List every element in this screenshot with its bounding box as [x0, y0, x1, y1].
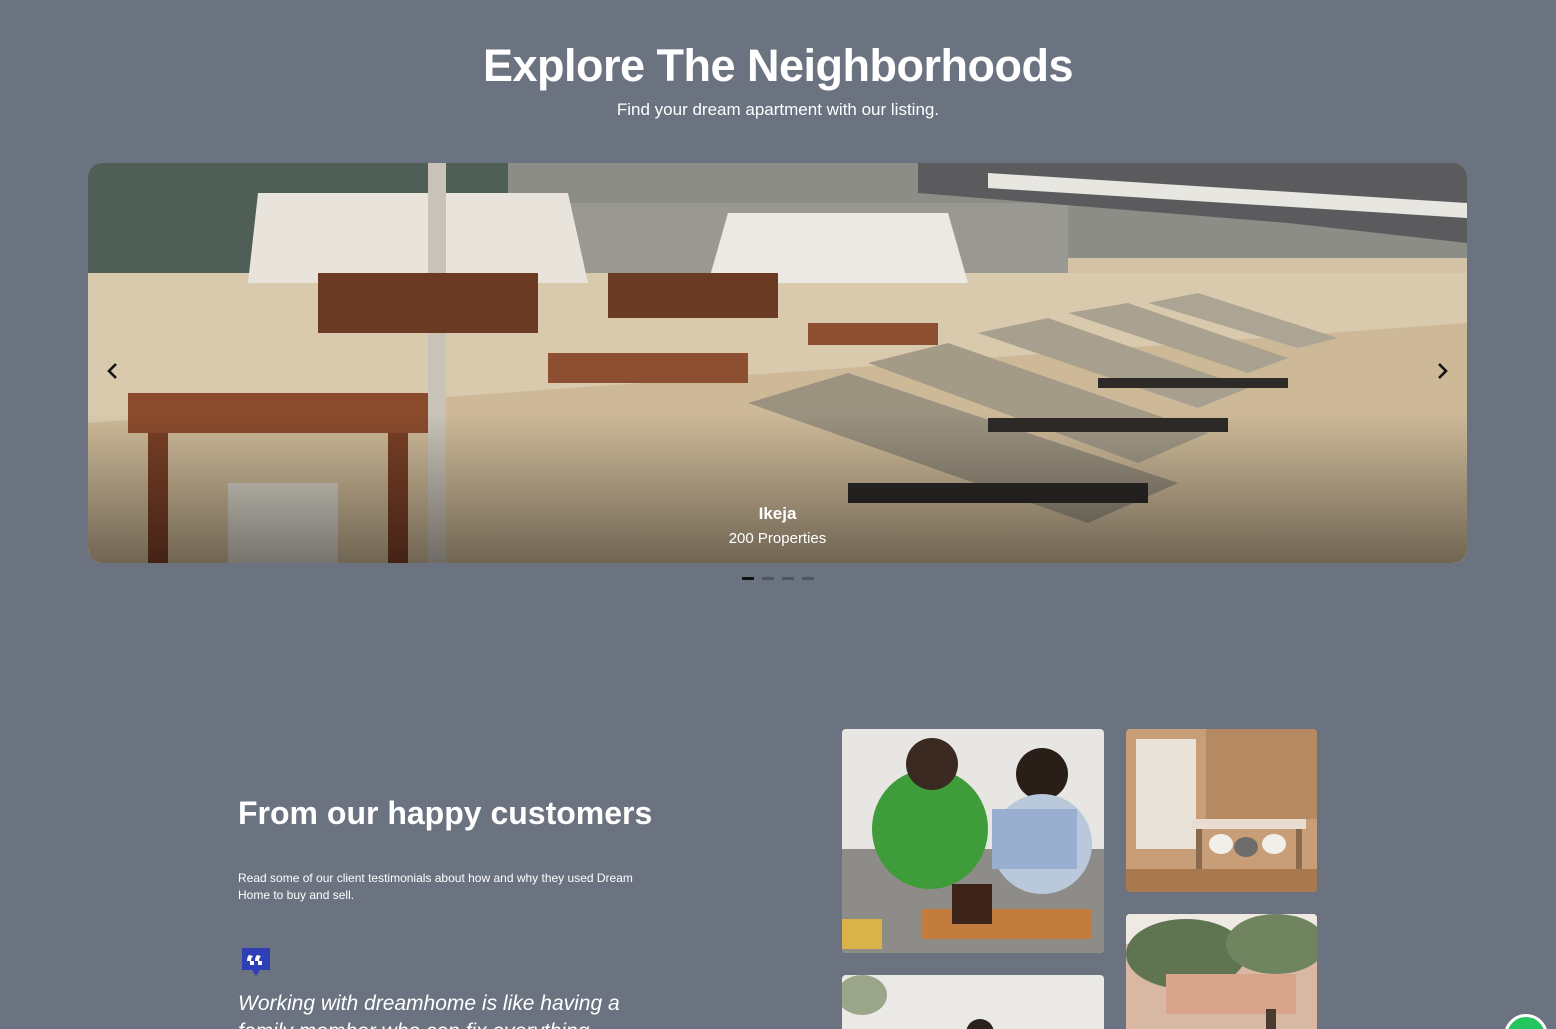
carousel-dots — [742, 577, 814, 580]
testimonials-description: Read some of our client testimonials abo… — [238, 871, 633, 902]
carousel-dot[interactable] — [762, 577, 774, 580]
carousel-dot[interactable] — [802, 577, 814, 580]
dining-room-photo — [1126, 729, 1317, 892]
carousel-prev-button[interactable] — [101, 359, 125, 383]
testimonial-quote: Working with dreamhome is like having a … — [238, 992, 620, 1029]
page-title: Explore The Neighborhoods — [482, 40, 1074, 91]
slide-property-count: 200 Properties — [728, 530, 827, 547]
page-subtitle: Find your dream apartment with our listi… — [616, 100, 940, 119]
interior-photo — [842, 975, 1104, 1029]
neighborhood-carousel[interactable]: Ikeja 200 Properties — [88, 163, 1467, 563]
chevron-left-icon — [107, 363, 117, 379]
carousel-dot[interactable] — [782, 577, 794, 580]
slide-title: Ikeja — [758, 504, 797, 523]
customers-photo — [842, 729, 1104, 953]
building-photo — [1126, 914, 1317, 1029]
chevron-right-icon — [1438, 363, 1448, 379]
carousel-dot[interactable] — [742, 577, 754, 580]
carousel-next-button[interactable] — [1430, 359, 1454, 383]
quote-icon — [242, 948, 270, 976]
testimonials-title: From our happy customers — [238, 795, 653, 831]
chat-button[interactable] — [1504, 1014, 1548, 1029]
